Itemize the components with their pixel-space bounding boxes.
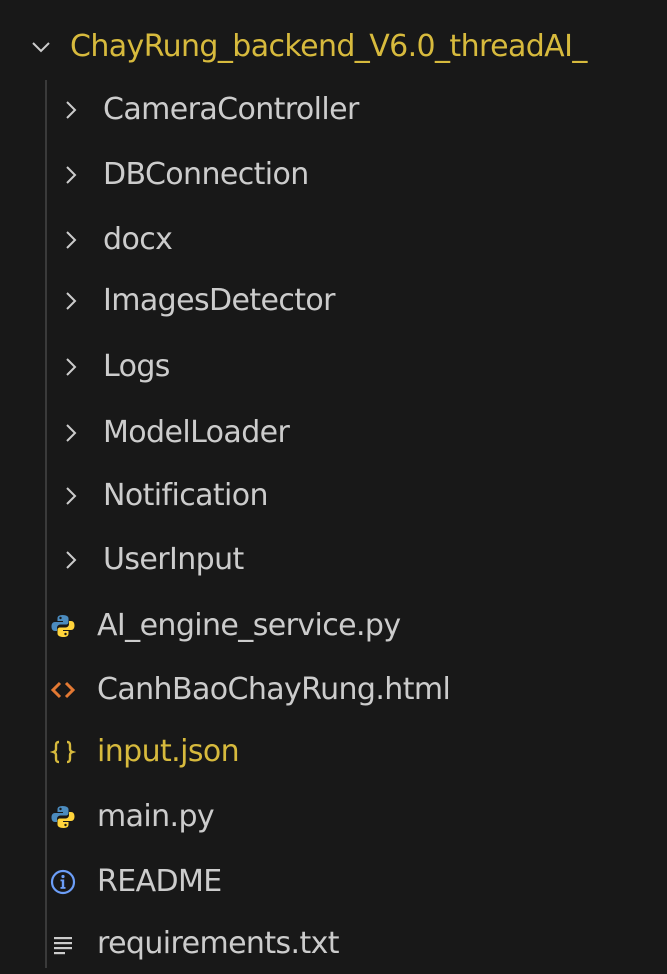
text-file-icon [50,931,76,957]
file-row-ai-engine-service[interactable]: AI_engine_service.py [50,596,401,656]
file-row-readme[interactable]: README [50,852,222,912]
folder-label: CameraController [103,92,359,127]
indent-guide [45,80,47,968]
folder-label: ModelLoader [103,415,290,450]
file-row-main-py[interactable]: main.py [50,787,215,847]
file-explorer: ChayRung_backend_V6.0_threadAI_ CameraCo… [0,0,667,968]
folder-row-userinput[interactable]: UserInput [60,530,244,590]
file-label: requirements.txt [97,926,340,961]
folder-row-logs[interactable]: Logs [60,337,170,397]
folder-label: DBConnection [103,157,309,192]
file-label: main.py [97,799,215,834]
folder-label: Notification [103,478,269,513]
folder-label: Logs [103,349,170,384]
chevron-right-icon [66,292,77,310]
folder-row-docx[interactable]: docx [60,210,173,270]
folder-row-imagesdetector[interactable]: ImagesDetector [60,271,336,331]
file-row-canhbaochayrung-html[interactable]: CanhBaoChayRung.html [50,660,451,720]
chevron-right-icon [66,487,77,505]
file-row-input-json[interactable]: input.json [50,722,240,782]
html-icon [50,677,76,703]
file-label: AI_engine_service.py [97,608,401,643]
python-icon [50,613,76,639]
root-folder-label: ChayRung_backend_V6.0_threadAI_ [70,29,587,64]
chevron-right-icon [66,358,77,376]
chevron-right-icon [66,231,77,249]
info-icon [50,869,76,895]
file-label: README [97,864,222,899]
folder-label: docx [103,222,173,257]
folder-row-notification[interactable]: Notification [60,466,269,526]
json-icon [50,739,76,765]
root-folder-row[interactable]: ChayRung_backend_V6.0_threadAI_ [30,17,587,77]
file-row-requirements-txt[interactable]: requirements.txt [50,914,340,974]
file-label: input.json [97,734,240,769]
file-label: CanhBaoChayRung.html [97,672,451,707]
chevron-right-icon [66,101,77,119]
folder-row-cameracontroller[interactable]: CameraController [60,80,359,140]
python-icon [50,804,76,830]
folder-row-modelloader[interactable]: ModelLoader [60,403,290,463]
chevron-right-icon [66,551,77,569]
chevron-right-icon [66,166,77,184]
folder-label: UserInput [103,542,244,577]
folder-label: ImagesDetector [103,283,336,318]
chevron-down-icon [32,42,50,53]
folder-row-dbconnection[interactable]: DBConnection [60,145,309,205]
chevron-right-icon [66,424,77,442]
